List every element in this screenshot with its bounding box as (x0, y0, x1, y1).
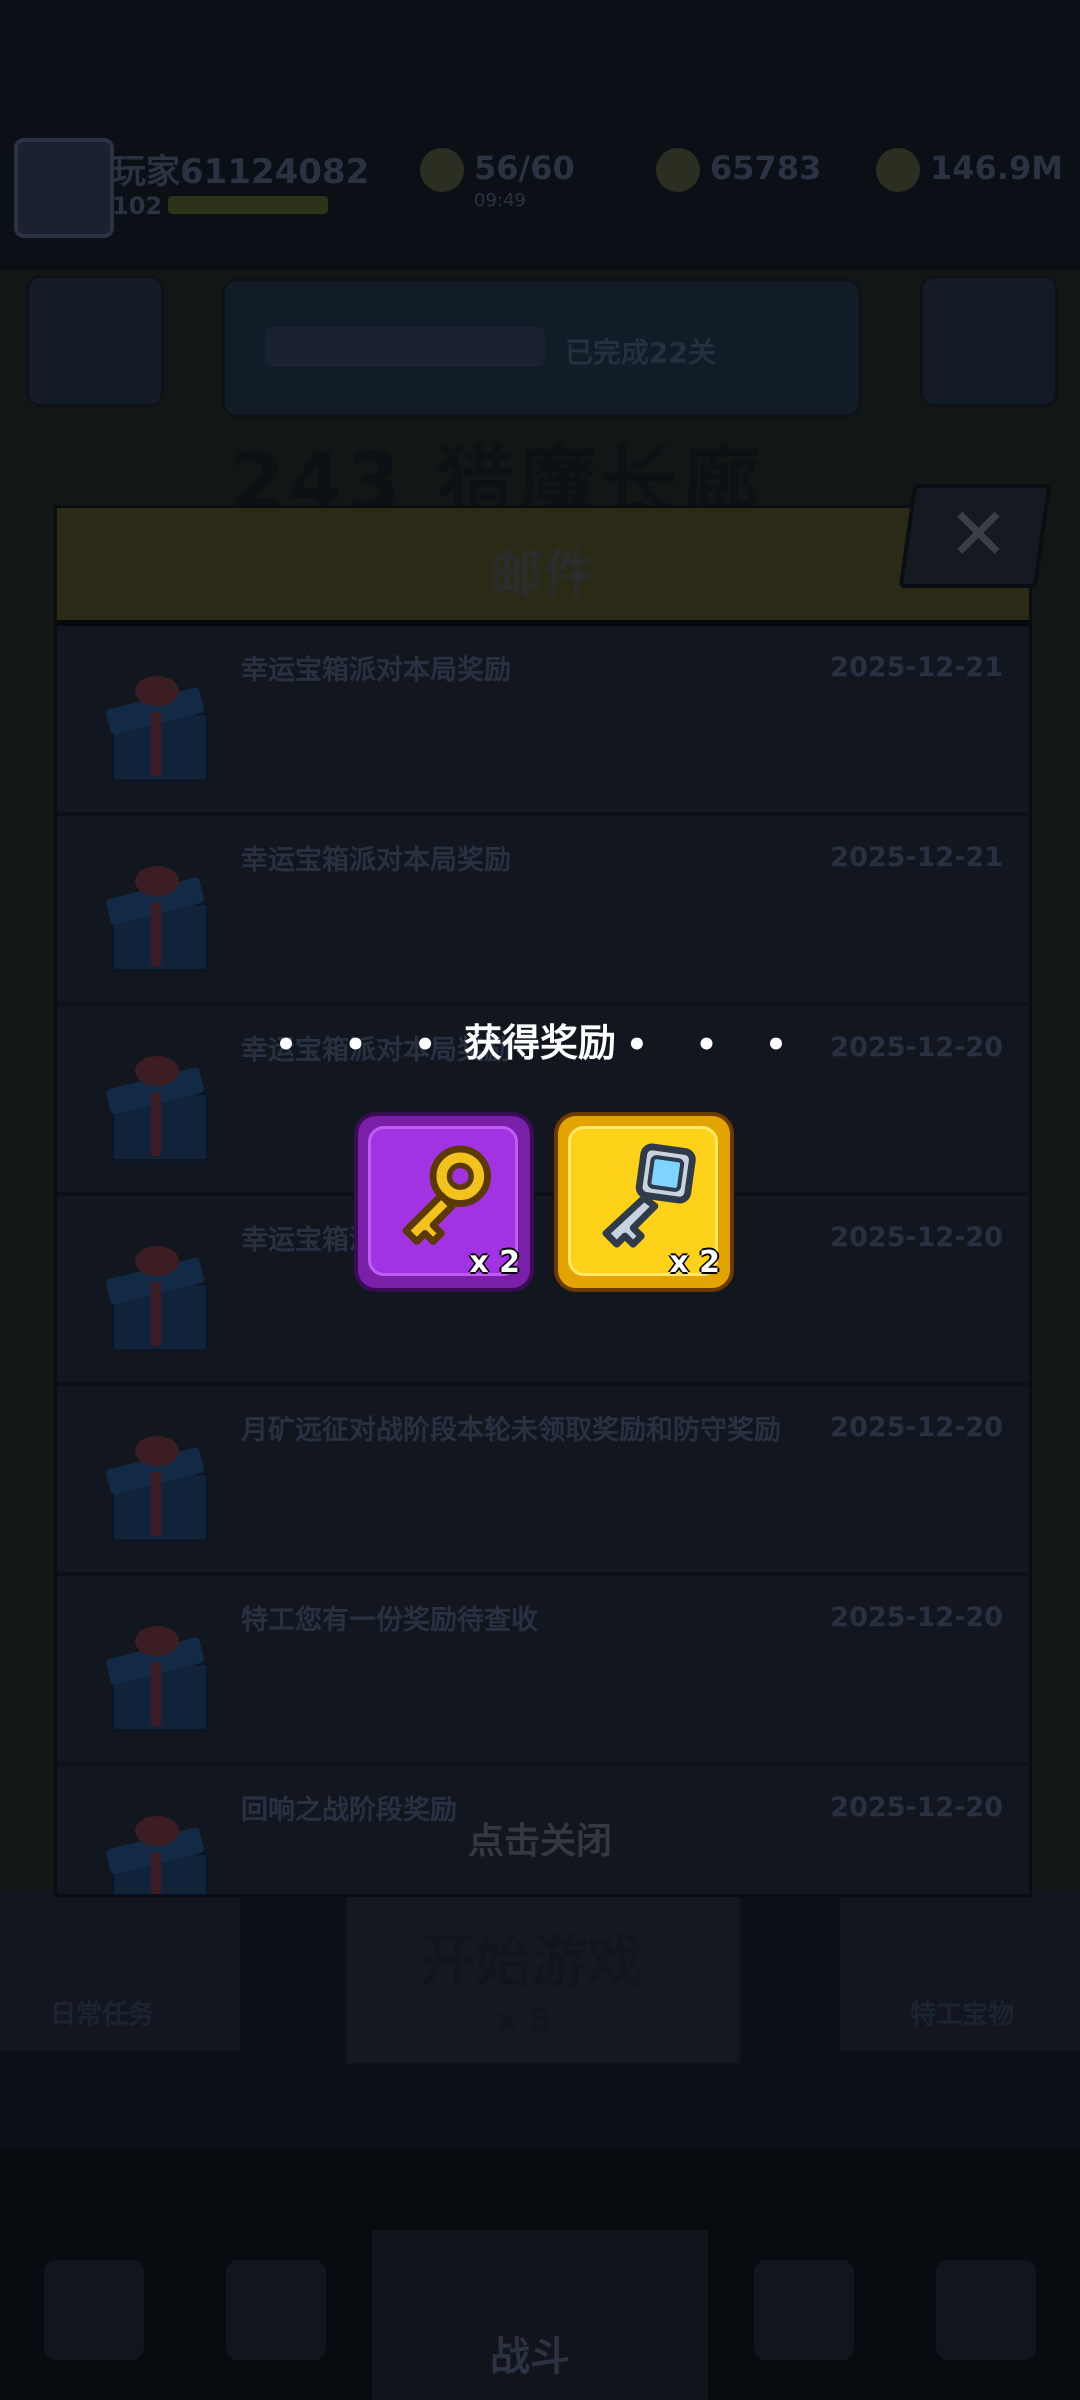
mail-item[interactable]: 特工您有一份奖励待查收 2025-12-20 (57, 1576, 1029, 1766)
reward-quantity: x 2 (469, 1245, 520, 1280)
player-level: 102 (112, 192, 163, 220)
mail-header: 邮件 (57, 508, 1029, 626)
close-x-icon: ✕ (948, 492, 1009, 576)
bottom-nav: 战斗 (0, 2150, 1080, 2400)
mail-list[interactable]: 幸运宝箱派对本局奖励 2025-12-21 幸运宝箱派对本局奖励 2025-12… (57, 626, 1029, 1894)
event-panel[interactable]: 已完成22关 (222, 278, 862, 418)
reward-title-dots-left: • • • (275, 1025, 454, 1065)
mail-date: 2025-12-20 (830, 1412, 1003, 1443)
mail-date: 2025-12-21 (830, 842, 1003, 873)
nav-equipment-icon[interactable] (226, 2260, 326, 2360)
gift-icon (105, 866, 209, 972)
xp-bar (168, 196, 328, 214)
mail-item[interactable]: 月矿远征对战阶段本轮未领取奖励和防守奖励 2025-12-20 (57, 1386, 1029, 1576)
gift-icon (105, 1436, 209, 1542)
mail-dialog: 邮件 幸运宝箱派对本局奖励 2025-12-21 幸运宝箱派对本局奖励 2025… (54, 505, 1032, 1897)
reward-item-gold-key[interactable]: x 2 (354, 1112, 534, 1292)
player-avatar[interactable] (14, 138, 114, 238)
mail-date: 2025-12-20 (830, 1222, 1003, 1253)
mail-subject: 月矿远征对战阶段本轮未领取奖励和防守奖励 (241, 1415, 781, 1446)
mail-date: 2025-12-21 (830, 652, 1003, 683)
mail-date: 2025-12-20 (830, 1602, 1003, 1633)
reward-title: • • • 获得奖励 • • • (275, 1021, 805, 1065)
mail-title: 邮件 (490, 545, 595, 605)
reward-item-crystal-key[interactable]: x 2 (554, 1112, 734, 1292)
tap-to-close-hint[interactable]: 点击关闭 (0, 1812, 1080, 1864)
mail-item[interactable]: 幸运宝箱派对本局奖励 2025-12-21 (57, 626, 1029, 816)
nav-weapon-icon[interactable] (936, 2260, 1036, 2360)
event-progress: 已完成22关 (565, 336, 716, 369)
daily-tasks-button[interactable]: 日常任务 (0, 1890, 240, 2050)
mail-subject: 幸运宝箱派对本局奖励 (241, 845, 511, 876)
mail-item[interactable]: 幸运宝箱派对本局奖励 2025-12-21 (57, 816, 1029, 1006)
nav-talent-icon[interactable] (754, 2260, 854, 2360)
gold-counter[interactable]: 65783 (656, 148, 821, 192)
player-name: 玩家61124082 (112, 152, 370, 192)
coin-icon (656, 148, 700, 192)
gift-icon (105, 1246, 209, 1352)
gift-icon (105, 1626, 209, 1732)
gift-icon (105, 676, 209, 782)
gem-counter[interactable]: 146.9M (876, 148, 1063, 192)
start-game-button[interactable]: 开始游戏 x 5 (344, 1890, 742, 2066)
reward-title-dots-right: • • • (626, 1025, 805, 1065)
shield-button[interactable] (920, 275, 1058, 407)
agent-treasure-button[interactable]: 特工宝物 (840, 1890, 1080, 2050)
mail-item[interactable]: 幸运宝箱派对本局奖励 2025-12-20 (57, 1196, 1029, 1386)
gift-icon (105, 1056, 209, 1162)
close-button[interactable]: ✕ (898, 484, 1052, 588)
top-status-bar: 玩家61124082 102 56/60 09:49 65783 146.9M (0, 130, 1080, 240)
mail-subject: 特工您有一份奖励待查收 (241, 1605, 538, 1636)
reward-quantity: x 2 (669, 1245, 720, 1280)
nav-shop-icon[interactable] (44, 2260, 144, 2360)
stamina-timer: 09:49 (474, 190, 526, 211)
stamina-icon (420, 148, 464, 192)
stamina-counter[interactable]: 56/60 (420, 148, 575, 192)
gem-icon (876, 148, 920, 192)
mail-subject: 幸运宝箱派对本局奖励 (241, 655, 511, 686)
event-tag (265, 327, 545, 367)
menu-button[interactable] (26, 275, 164, 407)
nav-battle[interactable]: 战斗 (372, 2230, 708, 2400)
